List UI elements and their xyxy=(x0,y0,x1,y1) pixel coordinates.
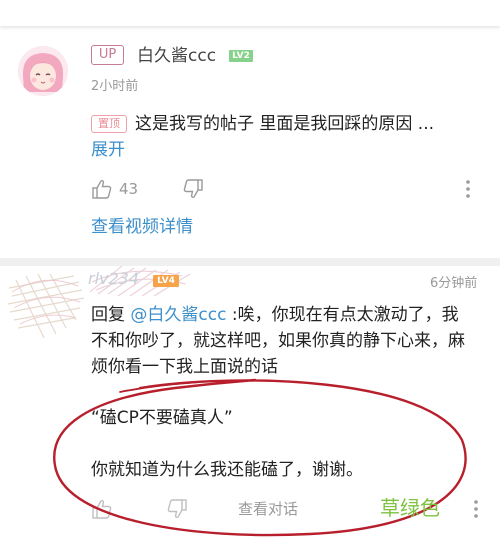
expand-link[interactable]: 展开 xyxy=(91,138,125,162)
timestamp: 2小时前 xyxy=(91,79,139,94)
pinned-tag: 置顶 xyxy=(91,115,127,133)
username[interactable]: 白久酱ccc xyxy=(137,45,216,67)
section-divider xyxy=(0,258,500,266)
thumbs-up-icon[interactable] xyxy=(91,178,113,200)
more-vertical-icon[interactable] xyxy=(470,498,482,520)
reply-prefix: 回复 xyxy=(91,305,131,325)
up-badge: UP xyxy=(91,45,124,65)
username[interactable]: rlv234 xyxy=(88,268,139,290)
thumbs-down-icon[interactable] xyxy=(166,498,188,520)
answer-text: 你就知道为什么我还能磕了，谢谢。 xyxy=(91,460,363,480)
quote-text: “磕CP不要磕真人” xyxy=(91,408,233,428)
like-count: 43 xyxy=(119,180,139,198)
avatar[interactable] xyxy=(18,46,68,96)
comment-text: 这是我写的帖子 里面是我回踩的原因 ... xyxy=(135,114,435,134)
top-bar xyxy=(0,0,500,26)
watermark-text: 草绿色 xyxy=(380,496,440,520)
view-conversation-link[interactable]: 查看对话 xyxy=(238,498,298,520)
level-badge: LV4 xyxy=(153,275,179,287)
reply-text: 回复 @白久酱ccc :唉，你现在有点太激动了，我不和你吵了，就这样吧，如果你真… xyxy=(91,302,471,380)
view-video-details-link[interactable]: 查看视频详情 xyxy=(91,215,193,239)
level-badge: LV2 xyxy=(229,50,253,62)
timestamp: 6分钟前 xyxy=(430,276,478,291)
avatar-scribbled[interactable] xyxy=(4,268,86,348)
thumbs-down-icon[interactable] xyxy=(182,178,204,200)
mention-link[interactable]: @白久酱ccc xyxy=(130,305,226,325)
more-vertical-icon[interactable] xyxy=(462,178,474,200)
thumbs-up-icon[interactable] xyxy=(91,498,113,520)
